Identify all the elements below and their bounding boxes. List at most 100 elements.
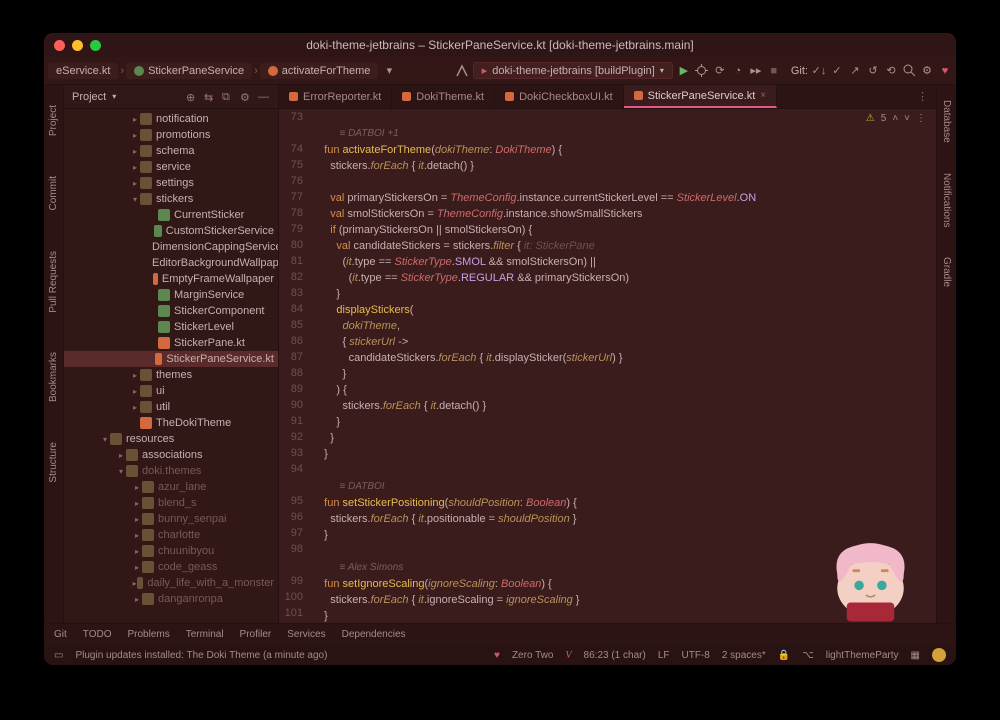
tool-gradle[interactable]: Gradle: [941, 257, 952, 287]
collapse-all-icon[interactable]: ⧉: [222, 91, 234, 103]
tree-item[interactable]: ▸ui: [64, 383, 278, 399]
coverage-icon[interactable]: ⟳: [713, 64, 727, 78]
tool-commit[interactable]: Commit: [48, 176, 59, 210]
expand-all-icon[interactable]: ⇆: [204, 91, 216, 103]
history-icon[interactable]: ↺: [866, 64, 880, 78]
select-opened-icon[interactable]: ⊕: [186, 91, 198, 103]
settings-icon[interactable]: ⚙: [920, 64, 934, 78]
tool-todo[interactable]: TODO: [83, 629, 112, 640]
line-ending[interactable]: LF: [658, 650, 670, 661]
members-icon[interactable]: ▾: [382, 64, 396, 78]
tree-item[interactable]: ▸associations: [64, 447, 278, 463]
tree-item[interactable]: StickerComponent: [64, 303, 278, 319]
tree-item[interactable]: CurrentSticker: [64, 207, 278, 223]
tabs-more-icon[interactable]: ⋮: [909, 85, 936, 108]
editor-tab[interactable]: DokiCheckboxUI.kt: [495, 85, 624, 108]
code-line[interactable]: fun setStickerPositioning(shouldPosition…: [315, 495, 936, 511]
settings-gear-icon[interactable]: ⚙: [240, 91, 252, 103]
indent-info[interactable]: 2 spaces*: [722, 650, 766, 661]
build-icon[interactable]: [455, 64, 469, 78]
run-icon[interactable]: ▶: [677, 64, 691, 78]
code-line[interactable]: val smolStickersOn = ThemeConfig.instanc…: [315, 206, 936, 222]
tree-item[interactable]: ▸themes: [64, 367, 278, 383]
tree-item[interactable]: ▸blend_s: [64, 495, 278, 511]
code-line[interactable]: fun activateForTheme(dokiTheme: DokiThem…: [315, 142, 936, 158]
tree-item[interactable]: ▸code_geass: [64, 559, 278, 575]
tool-problems[interactable]: Problems: [128, 629, 170, 640]
tool-bookmarks[interactable]: Bookmarks: [48, 352, 59, 402]
code-line[interactable]: stickers.forEach { it.detach() }: [315, 398, 936, 414]
code-line[interactable]: val candidateStickers = stickers.filter …: [315, 238, 936, 254]
tree-item[interactable]: StickerLevel: [64, 319, 278, 335]
code-line[interactable]: [315, 462, 936, 478]
tool-services[interactable]: Services: [287, 629, 325, 640]
editor-tab[interactable]: ErrorReporter.kt: [279, 85, 392, 108]
code-line[interactable]: }: [315, 366, 936, 382]
tree-item[interactable]: CustomStickerService: [64, 223, 278, 239]
project-tree[interactable]: ▸notification▸promotions▸schema▸service▸…: [64, 109, 278, 623]
tree-item[interactable]: ▸notification: [64, 111, 278, 127]
tree-item[interactable]: MarginService: [64, 287, 278, 303]
tool-terminal[interactable]: Terminal: [186, 629, 224, 640]
tool-database[interactable]: Database: [941, 100, 952, 143]
minimize-icon[interactable]: [72, 40, 83, 51]
tool-structure[interactable]: Structure: [48, 442, 59, 483]
tree-item[interactable]: ▸schema: [64, 143, 278, 159]
close-tab-icon[interactable]: ×: [760, 90, 766, 101]
tree-item[interactable]: ▾resources: [64, 431, 278, 447]
tree-item[interactable]: StickerPaneService.kt: [64, 351, 278, 367]
processes-icon[interactable]: ▦: [911, 650, 920, 661]
tree-item[interactable]: ▾stickers: [64, 191, 278, 207]
search-icon[interactable]: [902, 64, 916, 78]
run-config-selector[interactable]: ▸ doki-theme-jetbrains [buildPlugin] ▾: [473, 62, 673, 79]
code-line[interactable]: val primaryStickersOn = ThemeConfig.inst…: [315, 190, 936, 206]
zoom-icon[interactable]: [90, 40, 101, 51]
code-line[interactable]: ≡ DATBOI +1: [315, 125, 936, 142]
tree-item[interactable]: ▸settings: [64, 175, 278, 191]
code-line[interactable]: stickers.forEach { it.detach() }: [315, 158, 936, 174]
breadcrumb-file[interactable]: eService.kt: [48, 63, 118, 79]
code-line[interactable]: dokiTheme,: [315, 318, 936, 334]
profile-icon[interactable]: ◔: [731, 64, 745, 78]
file-encoding[interactable]: UTF-8: [681, 650, 709, 661]
tree-item[interactable]: StickerPane.kt: [64, 335, 278, 351]
attach-icon[interactable]: ▸▸: [749, 64, 763, 78]
tool-project[interactable]: Project: [48, 105, 59, 136]
tool-profiler[interactable]: Profiler: [240, 629, 272, 640]
lock-icon[interactable]: 🔒: [778, 650, 790, 661]
code-line[interactable]: }: [315, 446, 936, 462]
code-line[interactable]: }: [315, 286, 936, 302]
push-icon[interactable]: ↗: [848, 64, 862, 78]
tree-item[interactable]: ▸charlotte: [64, 527, 278, 543]
code-line[interactable]: [315, 109, 936, 125]
code-line[interactable]: (it.type == StickerType.SMOL && smolStic…: [315, 254, 936, 270]
tree-item[interactable]: DimensionCappingService: [64, 239, 278, 255]
close-icon[interactable]: [54, 40, 65, 51]
heart-icon[interactable]: ♥: [938, 64, 952, 78]
breadcrumb-2[interactable]: activateForTheme: [260, 63, 379, 79]
theme-name[interactable]: Zero Two: [512, 650, 554, 661]
event-log-icon[interactable]: ▭: [54, 650, 63, 661]
code-line[interactable]: candidateStickers.forEach { it.displaySt…: [315, 350, 936, 366]
code-line[interactable]: ≡ DATBOI: [315, 478, 936, 495]
tree-item[interactable]: ▸bunny_senpai: [64, 511, 278, 527]
tree-item[interactable]: ▸danganronpa: [64, 591, 278, 607]
breadcrumb-1[interactable]: StickerPaneService: [126, 63, 252, 79]
update-project-icon[interactable]: ✓↓: [812, 64, 826, 78]
code-line[interactable]: [315, 174, 936, 190]
tool-dependencies[interactable]: Dependencies: [342, 629, 406, 640]
tree-item[interactable]: ▸chuunibyou: [64, 543, 278, 559]
code-line[interactable]: (it.type == StickerType.REGULAR && prima…: [315, 270, 936, 286]
editor-tab[interactable]: StickerPaneService.kt×: [624, 85, 777, 108]
tree-item[interactable]: EditorBackgroundWallpaper: [64, 255, 278, 271]
debug-icon[interactable]: [695, 64, 709, 78]
code-line[interactable]: { stickerUrl ->: [315, 334, 936, 350]
tree-item[interactable]: ▸promotions: [64, 127, 278, 143]
tree-item[interactable]: ▸util: [64, 399, 278, 415]
editor-tab[interactable]: DokiTheme.kt: [392, 85, 495, 108]
tree-item[interactable]: ▸service: [64, 159, 278, 175]
code-line[interactable]: }: [315, 430, 936, 446]
tool-git[interactable]: Git: [54, 629, 67, 640]
caret-position[interactable]: 86:23 (1 char): [584, 650, 646, 661]
git-branch[interactable]: lightThemeParty: [826, 650, 899, 661]
